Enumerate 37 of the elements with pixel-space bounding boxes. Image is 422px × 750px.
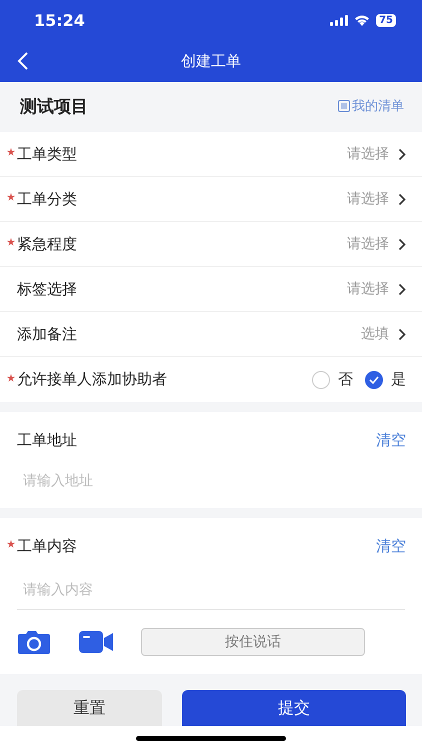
battery-level: 75 bbox=[376, 14, 396, 26]
field-label: 工单地址 bbox=[17, 430, 77, 450]
chevron-right-icon[interactable] bbox=[398, 148, 406, 160]
reset-button[interactable]: 重置 bbox=[17, 690, 162, 726]
hold-to-talk-button[interactable]: 按住说话 bbox=[141, 628, 365, 656]
page-title: 创建工单 bbox=[181, 52, 241, 70]
chevron-right-icon[interactable] bbox=[398, 192, 406, 206]
radio-option[interactable]: 否 bbox=[312, 370, 353, 389]
back-icon[interactable] bbox=[17, 52, 29, 70]
my-list-link[interactable]: 我的清单 bbox=[338, 97, 404, 115]
chevron-right-icon[interactable] bbox=[398, 282, 406, 296]
submit-button[interactable]: 提交 bbox=[182, 690, 406, 726]
select-field[interactable]: 选填 bbox=[361, 325, 406, 343]
field-label: 工单分类 bbox=[17, 190, 77, 208]
clear-link[interactable]: 清空 bbox=[376, 536, 406, 556]
field-label: 工单类型 bbox=[17, 144, 77, 164]
field-label: 允许接单人添加协助者 bbox=[17, 370, 167, 389]
radio-option[interactable]: 是 bbox=[365, 370, 406, 389]
select-field[interactable]: 请选择 bbox=[347, 190, 406, 208]
field-label: 添加备注 bbox=[17, 324, 77, 344]
select-field[interactable]: 请选择 bbox=[347, 280, 406, 298]
list-icon[interactable] bbox=[338, 100, 350, 112]
chevron-right-icon[interactable] bbox=[398, 238, 406, 250]
wifi-icon bbox=[354, 14, 370, 26]
field-label: 紧急程度 bbox=[17, 234, 77, 254]
project-title: 测试项目 bbox=[20, 96, 88, 118]
status-time: 15:24 bbox=[34, 10, 85, 30]
video-camera-icon[interactable] bbox=[79, 631, 113, 653]
signal-icon bbox=[330, 14, 348, 26]
chevron-right-icon[interactable] bbox=[398, 328, 406, 340]
clear-link[interactable]: 清空 bbox=[376, 430, 406, 450]
radio-icon[interactable] bbox=[365, 370, 383, 388]
select-field[interactable]: 请选择 bbox=[347, 145, 406, 163]
field-label: 工单内容 bbox=[17, 536, 77, 556]
field-label: 标签选择 bbox=[17, 280, 77, 298]
camera-icon[interactable] bbox=[17, 630, 51, 654]
select-field[interactable]: 请选择 bbox=[347, 235, 406, 253]
